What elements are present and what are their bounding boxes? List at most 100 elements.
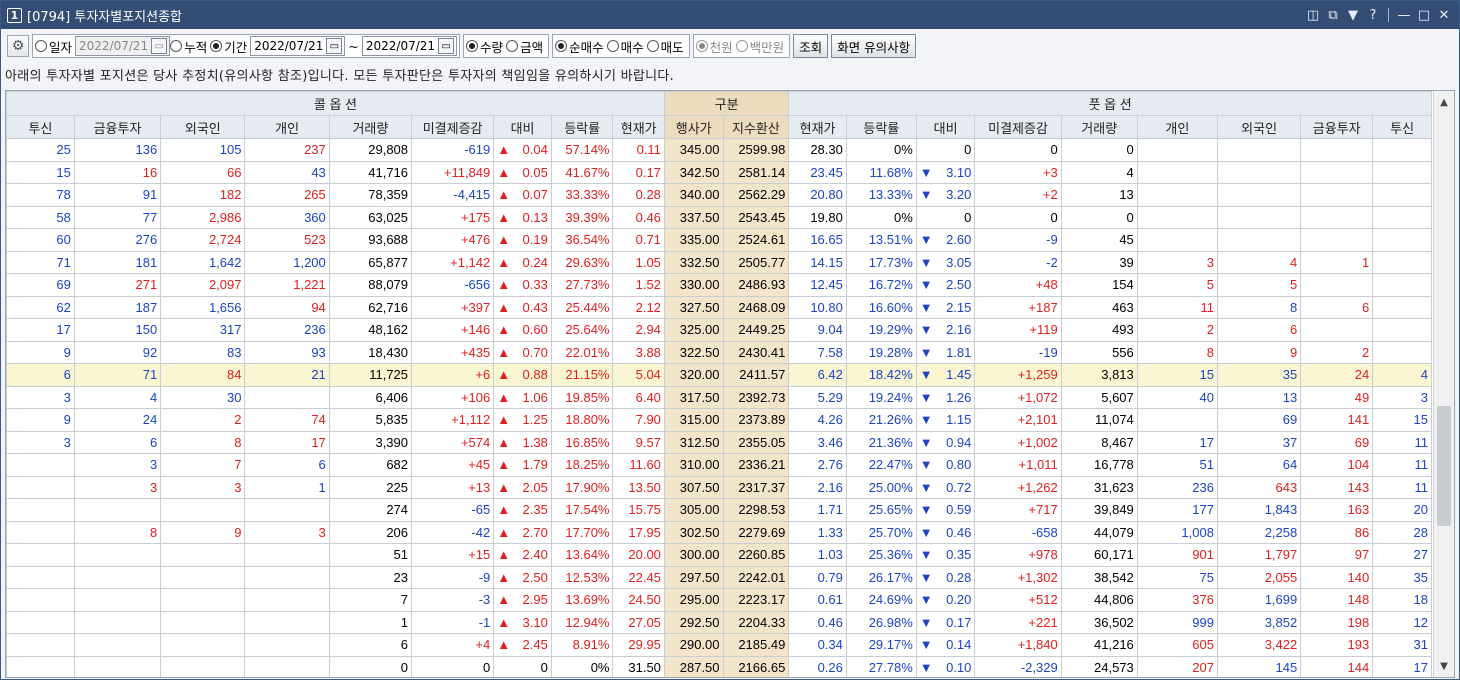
table-cell: 3 [73, 453, 162, 477]
table-row[interactable]: 9 24 2 74 5,835 +1,112 ▲ 1.25 18.80% 7.90 315.00 23… [6, 408, 1432, 432]
screen-notice-button[interactable]: 화면 유의사항 [831, 34, 917, 58]
table-row[interactable]: 78 91 182 265 78,359 -4,415 ▲ 0.07 33.33% 0.28 340… [6, 183, 1432, 207]
column-header[interactable]: 외국인 [160, 115, 246, 139]
scroll-up-icon[interactable]: ▲ [1434, 93, 1454, 111]
column-header[interactable]: 거래량 [328, 115, 413, 139]
table-row[interactable]: 15 16 66 43 41,716 +11,849 ▲ 0.05 41.67% 0.17 342.… [6, 160, 1432, 184]
change-value: 3.10 [946, 164, 972, 180]
change-value: 0.28 [946, 569, 972, 585]
table-cell: 3 [6, 430, 75, 454]
table-row[interactable]: 23 -9 ▲ 2.50 12.53% 22.45 297.50 2242.01 0.79 26.… [6, 565, 1432, 589]
radio-buy[interactable]: 매수 [606, 37, 644, 56]
column-header[interactable]: 개인 [1136, 115, 1218, 139]
radio-daily-label: 일자 [49, 39, 73, 55]
table-row[interactable]: 8 9 3 206 -42 ▲ 2.70 17.70% 17.95 302.50 2279.69 1.… [6, 520, 1432, 544]
change-value: 2.05 [522, 479, 548, 495]
table-row[interactable]: 9 92 83 93 18,430 +435 ▲ 0.70 22.01% 3.88 322.50 24… [6, 340, 1432, 364]
column-header[interactable]: 미결제증감 [974, 115, 1062, 139]
column-header[interactable]: 개인 [244, 115, 330, 139]
column-header[interactable]: 지수환산 [722, 115, 790, 139]
table-cell: 8 [1216, 295, 1302, 319]
table-row[interactable]: 60 276 2,724 523 93,688 +476 ▲ 0.19 36.54% 0.71 33… [6, 228, 1432, 252]
column-header[interactable]: 금융투자 [73, 115, 162, 139]
table-cell [6, 655, 75, 677]
column-header[interactable]: 행사가 [663, 115, 724, 139]
vertical-scrollbar[interactable]: ▲ ▼ [1433, 91, 1454, 677]
column-header[interactable]: 등락률 [550, 115, 614, 139]
table-cell: 5 [1216, 273, 1302, 297]
table-cell: 2449.25 [722, 318, 790, 342]
radio-period[interactable]: 기간 [210, 37, 247, 56]
date-to-field[interactable]: 2022/07/21 ▭ [361, 36, 458, 56]
table-cell: +45 [411, 453, 495, 477]
position-grid[interactable]: 콜 옵 션 구분 풋 옵 션 투신 금융투자 외국인 개인 거래량 미결제증감 대비 등락률 현… [5, 90, 1455, 678]
column-header[interactable]: 현재가 [788, 115, 847, 139]
table-cell: +48 [974, 273, 1062, 297]
radio-amount[interactable]: 금액 [506, 37, 543, 56]
table-row[interactable]: 62 187 1,656 94 62,716 +397 ▲ 0.43 25.44% 2.12 327… [6, 295, 1432, 319]
radio-thousand-won[interactable]: 천원 [695, 37, 733, 56]
column-header[interactable]: 대비 [493, 115, 552, 139]
help-icon[interactable]: ? [1364, 5, 1382, 25]
table-cell: 33.33% [550, 183, 614, 207]
table-cell: 15 [1372, 408, 1432, 432]
table-row[interactable]: 6 +4 ▲ 2.45 8.91% 29.95 290.00 2185.49 0.34 29.17… [6, 633, 1432, 657]
table-row[interactable]: 69 271 2,097 1,221 88,079 -656 ▲ 0.33 27.73% 1.52… [6, 273, 1432, 297]
radio-netbuy[interactable]: 순매수 [555, 37, 604, 56]
table-cell: 71 [6, 250, 75, 274]
column-header[interactable]: 미결제증감 [411, 115, 495, 139]
table-row[interactable]: 25 136 105 237 29,808 -619 ▲ 0.04 57.14% 0.11 345.… [6, 138, 1432, 162]
scroll-down-icon[interactable]: ▼ [1434, 657, 1454, 675]
radio-quantity[interactable]: 수량 [466, 37, 503, 56]
radio-cumulative[interactable]: 누적 [170, 37, 207, 56]
scroll-thumb[interactable] [1437, 406, 1451, 526]
title-bar[interactable]: 1 [0794] 투자자별포지션종합 ◫ ⧉ ▼ ? — □ ✕ [1, 1, 1459, 29]
column-header[interactable]: 투신 [1372, 115, 1432, 139]
daily-date-field[interactable]: 2022/07/21 ▭ [75, 36, 171, 56]
calendar-icon[interactable]: ▭ [326, 38, 343, 54]
pin-icon[interactable]: ▼ [1344, 5, 1362, 25]
maximize-icon[interactable]: □ [1415, 5, 1433, 25]
calendar-icon[interactable]: ▭ [438, 38, 455, 54]
table-row[interactable]: 71 181 1,642 1,200 65,877 +1,142 ▲ 0.24 29.63% 1.… [6, 250, 1432, 274]
table-cell: -19 [974, 340, 1062, 364]
table-row[interactable]: 274 -65 ▲ 2.35 17.54% 15.75 305.00 2298.53 1.71 2… [6, 498, 1432, 522]
table-row[interactable]: 51 +15 ▲ 2.40 13.64% 20.00 300.00 2260.85 1.03 25… [6, 543, 1432, 567]
table-row[interactable]: 3 7 6 682 +45 ▲ 1.79 18.25% 11.60 310.00 2336.21 2.… [6, 453, 1432, 477]
table-row[interactable]: 6 71 84 21 11,725 +6 ▲ 0.88 21.15% 5.04 320.00 2411… [6, 363, 1432, 387]
table-row[interactable]: 3 6 8 17 3,390 +574 ▲ 1.38 16.85% 9.57 312.50 2355.… [6, 430, 1432, 454]
table-cell [1372, 318, 1432, 342]
table-row[interactable]: 17 150 317 236 48,162 +146 ▲ 0.60 25.64% 2.94 325.… [6, 318, 1432, 342]
table-row[interactable]: 3 3 1 225 +13 ▲ 2.05 17.90% 13.50 307.50 2317.37 2.… [6, 475, 1432, 499]
table-row[interactable]: 1 -1 ▲ 3.10 12.94% 27.05 292.50 2204.33 0.46 26.9… [6, 610, 1432, 634]
radio-daily[interactable]: 일자 [35, 37, 72, 56]
table-cell: 181 [73, 250, 162, 274]
radio-sell[interactable]: 매도 [646, 37, 684, 56]
column-header[interactable]: 등락률 [845, 115, 917, 139]
table-row[interactable]: 58 77 2,986 360 63,025 +175 ▲ 0.13 39.39% 0.46 337… [6, 205, 1432, 229]
table-cell: 463 [1060, 295, 1138, 319]
date-from-field[interactable]: 2022/07/21 ▭ [250, 36, 346, 56]
radio-million-won[interactable]: 백만원 [735, 37, 784, 56]
search-button[interactable]: 조회 [793, 34, 829, 58]
column-header[interactable]: 투신 [6, 115, 75, 139]
table-row[interactable]: 0 0 0 0% 31.50 287.50 2166.65 0.26 27.78% ▼ 0.10 -2… [6, 655, 1432, 677]
change-cell: ▼ 0.72 [915, 475, 976, 499]
copy-window-icon[interactable]: ⧉ [1324, 5, 1342, 25]
gear-icon[interactable]: ⚙ [7, 35, 29, 57]
table-row[interactable]: 3 4 30 6,406 +106 ▲ 1.06 19.85% 6.40 317.50 2392.7… [6, 385, 1432, 409]
column-header[interactable]: 외국인 [1216, 115, 1302, 139]
table-cell: 17 [1136, 430, 1218, 454]
table-cell [6, 588, 75, 612]
column-header[interactable]: 거래량 [1060, 115, 1138, 139]
close-icon[interactable]: ✕ [1435, 5, 1453, 25]
down-arrow-icon: ▼ [919, 322, 933, 338]
table-row[interactable]: 7 -3 ▲ 2.95 13.69% 24.50 295.00 2223.17 0.61 24.6… [6, 588, 1432, 612]
table-cell: 17.95 [612, 520, 665, 544]
calendar-icon[interactable]: ▭ [151, 38, 168, 54]
column-header[interactable]: 현재가 [612, 115, 665, 139]
link-icon[interactable]: ◫ [1304, 5, 1322, 25]
column-header[interactable]: 대비 [915, 115, 976, 139]
minimize-icon[interactable]: — [1395, 5, 1413, 25]
column-header[interactable]: 금융투자 [1300, 115, 1374, 139]
